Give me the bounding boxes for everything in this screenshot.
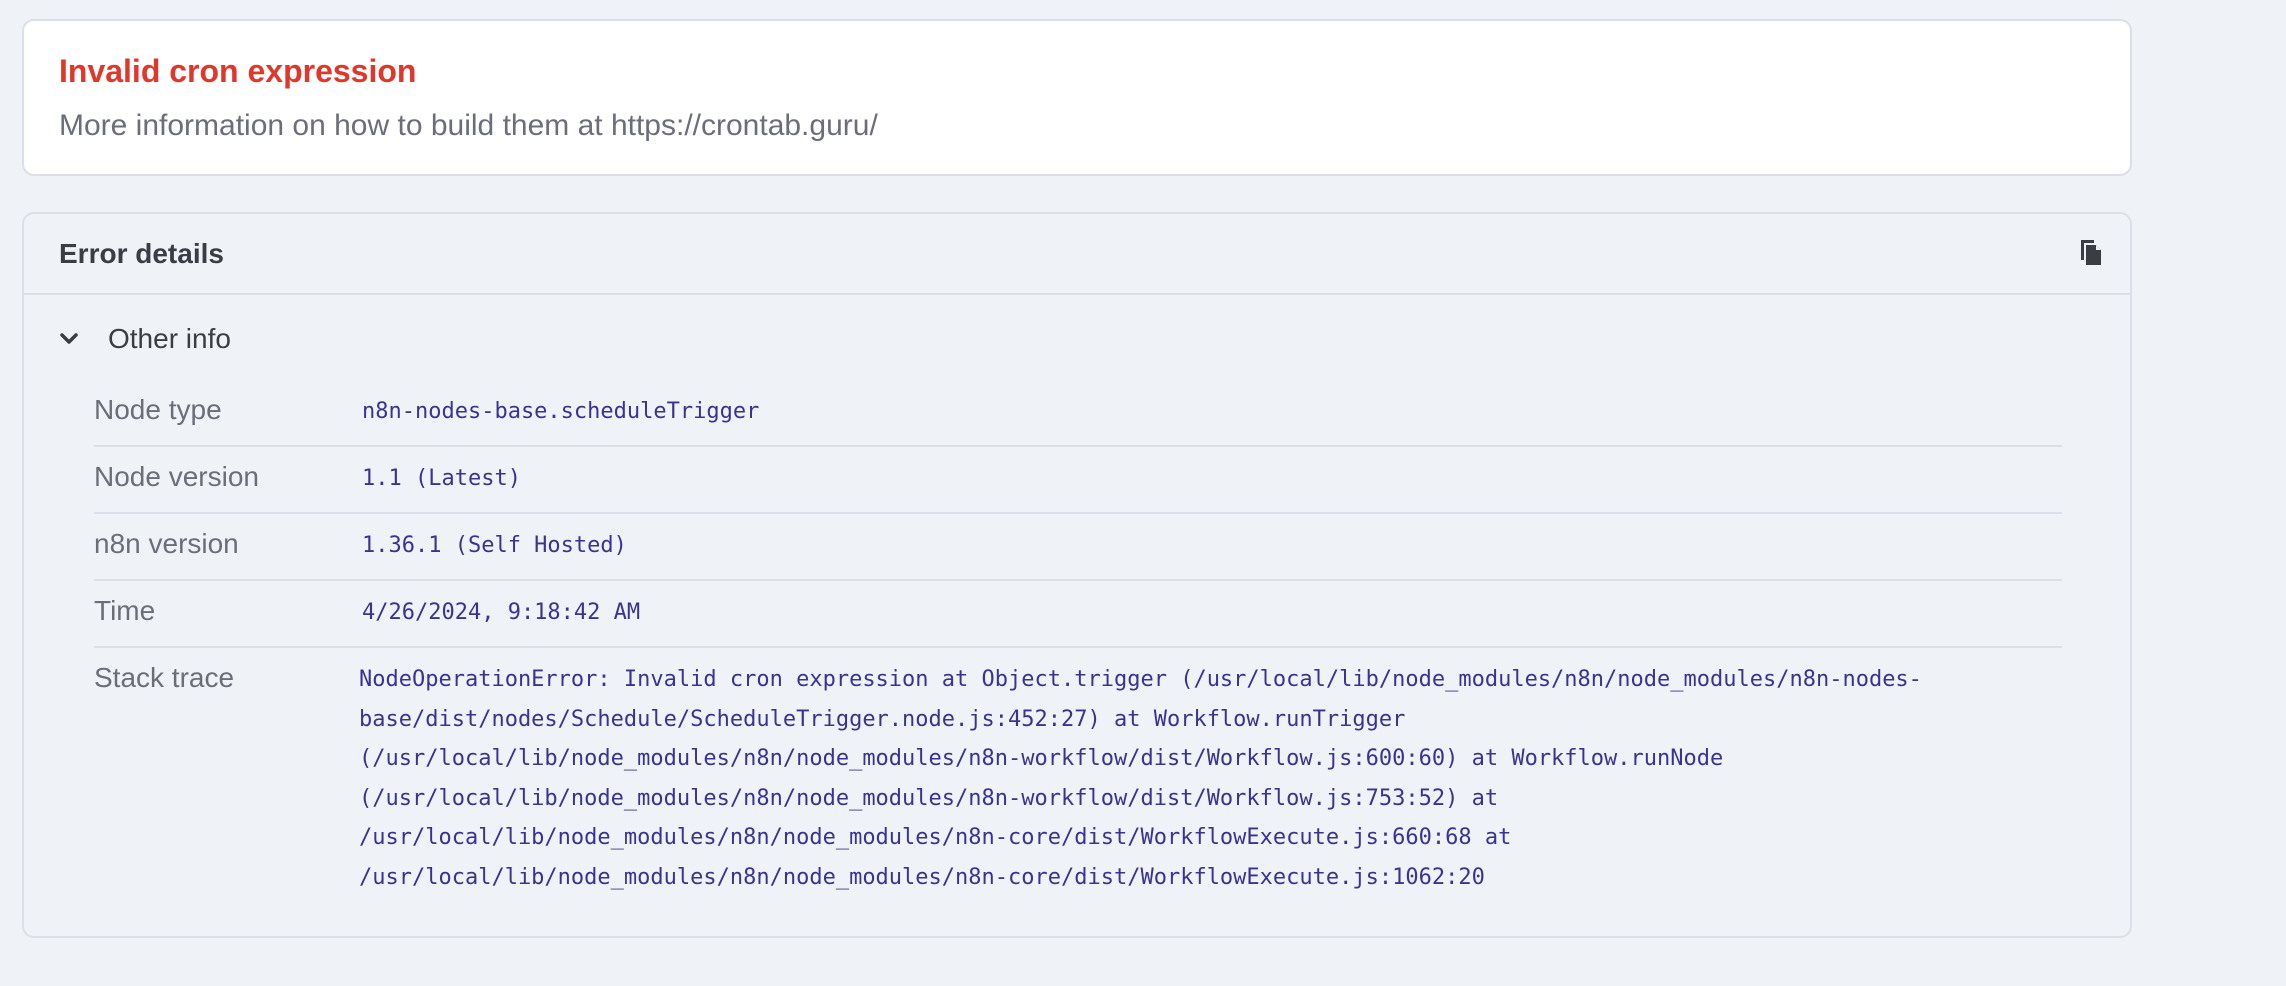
info-key: Time <box>94 595 156 626</box>
info-key: Node version <box>94 461 259 492</box>
info-value: 4/26/2024, 9:18:42 AM <box>362 600 641 625</box>
info-row-node-version: Node version 1.1 (Latest) <box>94 447 2062 514</box>
info-key: n8n version <box>94 528 239 559</box>
copy-details-button[interactable] <box>2072 236 2108 272</box>
other-info-table: Node type n8n-nodes-base.scheduleTrigger… <box>94 380 2062 897</box>
info-row-stack-trace: Stack trace NodeOperationError: Invalid … <box>94 648 2062 897</box>
info-row-node-type: Node type n8n-nodes-base.scheduleTrigger <box>94 380 2062 447</box>
stack-trace-value: NodeOperationError: Invalid cron express… <box>359 667 1922 890</box>
error-details-header: Error details <box>24 214 2130 295</box>
error-details-card: Error details Other info Node type n8n-n… <box>22 212 2132 938</box>
info-value: n8n-nodes-base.scheduleTrigger <box>362 399 760 424</box>
other-info-toggle[interactable]: Other info <box>54 314 231 364</box>
info-key: Stack trace <box>94 662 235 693</box>
error-details-title: Error details <box>59 237 224 269</box>
other-info-label: Other info <box>108 323 231 354</box>
info-key: Node type <box>94 394 222 425</box>
chevron-down-icon <box>54 324 84 354</box>
copy-icon <box>2077 236 2103 271</box>
error-description: More information on how to build them at… <box>59 109 878 142</box>
info-value: 1.1 (Latest) <box>362 466 521 491</box>
error-title: Invalid cron expression <box>59 53 417 89</box>
info-row-time: Time 4/26/2024, 9:18:42 AM <box>94 581 2062 648</box>
info-row-n8n-version: n8n version 1.36.1 (Self Hosted) <box>94 514 2062 581</box>
info-value: 1.36.1 (Self Hosted) <box>362 533 627 558</box>
error-summary-card: Invalid cron expression More information… <box>22 19 2132 176</box>
